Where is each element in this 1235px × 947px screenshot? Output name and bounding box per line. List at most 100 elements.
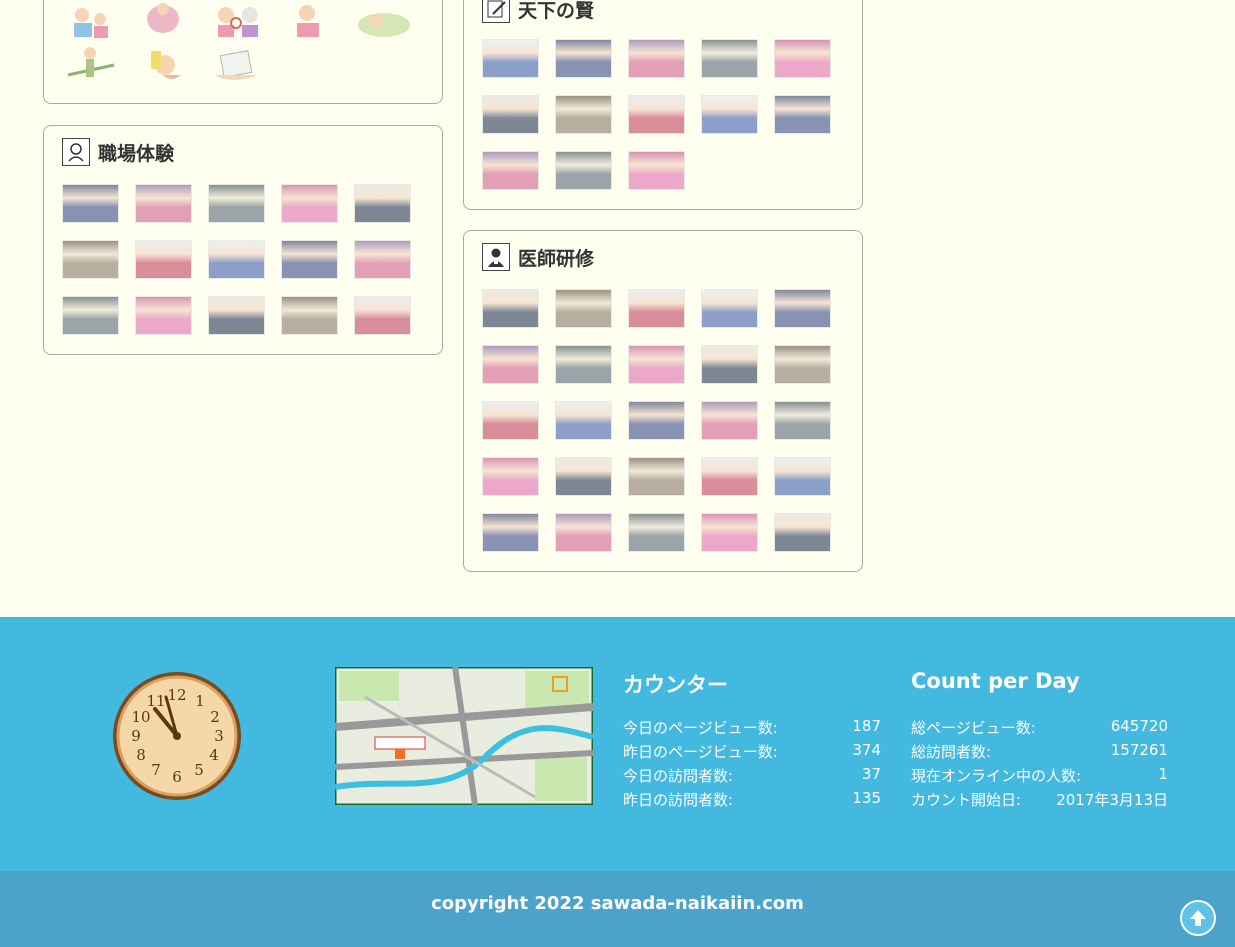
illustration-thumb[interactable] [62, 1, 119, 41]
photo-thumbnail[interactable] [482, 151, 539, 190]
svg-text:7: 7 [151, 761, 161, 779]
photo-thumbnail[interactable] [701, 39, 758, 78]
illustration-thumb[interactable] [354, 1, 411, 41]
photo-thumbnail[interactable] [701, 345, 758, 384]
photo-thumbnail[interactable] [555, 95, 612, 134]
photo-thumbnail[interactable] [701, 95, 758, 134]
photo-thumbnail[interactable] [482, 457, 539, 496]
photo-thumbnail[interactable] [281, 296, 338, 335]
photo-thumbnail[interactable] [701, 289, 758, 328]
photo-thumbnail[interactable] [628, 401, 685, 440]
photo-thumbnail[interactable] [135, 296, 192, 335]
count-per-day-label: カウント開始日: [911, 791, 1022, 809]
photo-thumbnail[interactable] [482, 95, 539, 134]
svg-text:1: 1 [195, 692, 205, 710]
photo-thumbnail[interactable] [482, 289, 539, 328]
panel-header: 医師研修 [482, 243, 594, 271]
photo-thumbnail[interactable] [555, 513, 612, 552]
clock-icon: 12 12 345 678 91011 [113, 672, 241, 800]
illustration-thumb[interactable] [281, 1, 338, 41]
photo-thumbnail[interactable] [774, 513, 831, 552]
photo-thumbnail[interactable] [628, 39, 685, 78]
panel-header: 天下の賢 [482, 0, 594, 23]
counter-label: 今日の訪問者数: [623, 767, 734, 785]
photo-thumbnail[interactable] [774, 401, 831, 440]
illustration-thumb[interactable] [135, 1, 192, 41]
svg-text:10: 10 [131, 708, 150, 726]
counter-label: 今日のページビュー数: [623, 719, 778, 737]
svg-text:12: 12 [167, 686, 186, 704]
photo-thumbnail[interactable] [628, 457, 685, 496]
counter-row: 昨日の訪問者数: 135 [623, 789, 881, 810]
photo-thumbnail[interactable] [628, 345, 685, 384]
photo-thumbnail[interactable] [281, 240, 338, 279]
counter-label: 昨日のページビュー数: [623, 743, 778, 761]
photo-thumbnail[interactable] [701, 401, 758, 440]
illustration-thumb[interactable] [135, 45, 192, 85]
svg-text:4: 4 [209, 746, 219, 764]
photo-thumbnail[interactable] [354, 296, 411, 335]
photo-thumbnail[interactable] [62, 296, 119, 335]
photo-thumbnail[interactable] [555, 39, 612, 78]
photo-thumbnail[interactable] [774, 289, 831, 328]
counter-value: 187 [852, 717, 881, 735]
count-per-day-value: 1 [1158, 765, 1168, 783]
back-to-top-button[interactable] [1180, 900, 1216, 936]
count-per-day-row: 総ページビュー数: 645720 [911, 717, 1168, 738]
photo-thumbnail[interactable] [62, 240, 119, 279]
photo-thumbnail[interactable] [774, 39, 831, 78]
counter-label: 昨日の訪問者数: [623, 791, 734, 809]
photo-thumbnail[interactable] [135, 240, 192, 279]
counter-value: 135 [852, 789, 881, 807]
count-per-day-label: 総ページビュー数: [911, 719, 1036, 737]
photo-thumbnail[interactable] [701, 457, 758, 496]
photo-thumbnail[interactable] [628, 289, 685, 328]
photo-thumbnail[interactable] [628, 151, 685, 190]
panel-header: 職場体験 [62, 138, 174, 166]
photo-thumbnail[interactable] [555, 457, 612, 496]
photo-thumbnail[interactable] [135, 184, 192, 223]
counter-value: 374 [852, 741, 881, 759]
photo-thumbnail[interactable] [555, 151, 612, 190]
doctor-icon [482, 243, 510, 271]
photo-thumbnail[interactable] [482, 513, 539, 552]
photo-thumbnail[interactable] [555, 401, 612, 440]
illustration-thumb[interactable] [208, 45, 265, 85]
arrow-up-icon [1190, 910, 1206, 926]
access-map[interactable] [335, 667, 593, 805]
photo-thumbnail[interactable] [354, 184, 411, 223]
photo-thumbnail[interactable] [208, 296, 265, 335]
illustration-thumb[interactable] [62, 45, 119, 85]
photo-thumbnail[interactable] [208, 184, 265, 223]
photo-thumbnail[interactable] [482, 345, 539, 384]
photo-thumbnail[interactable] [628, 513, 685, 552]
count-per-day-label: 総訪問者数: [911, 743, 992, 761]
photo-thumbnail[interactable] [482, 39, 539, 78]
count-per-day-row: 現在オンライン中の人数: 1 [911, 765, 1168, 786]
photo-thumbnail[interactable] [281, 184, 338, 223]
photo-thumbnail[interactable] [555, 289, 612, 328]
photo-thumbnail[interactable] [628, 95, 685, 134]
panel-title: 職場体験 [98, 142, 175, 165]
illustration-thumb[interactable] [208, 1, 265, 41]
panel-title: 天下の賢 [518, 0, 595, 22]
photo-thumbnail[interactable] [555, 345, 612, 384]
footer: 12 1 2 345 678 9 10 11 カウンター Count per Day 今… [0, 617, 1235, 871]
photo-thumbnail[interactable] [354, 240, 411, 279]
count-per-day-value: 157261 [1110, 741, 1168, 759]
panel-title: 医師研修 [518, 247, 595, 270]
photo-thumbnail[interactable] [774, 95, 831, 134]
counter-row: 今日の訪問者数: 37 [623, 765, 881, 786]
photo-thumbnail[interactable] [774, 457, 831, 496]
photo-thumbnail[interactable] [208, 240, 265, 279]
svg-text:9: 9 [131, 727, 141, 745]
photo-thumbnail[interactable] [482, 401, 539, 440]
svg-text:8: 8 [136, 746, 146, 764]
photo-thumbnail[interactable] [62, 184, 119, 223]
counter-row: 今日のページビュー数: 187 [623, 717, 881, 738]
photo-thumbnail[interactable] [701, 513, 758, 552]
copyright-text: copyright 2022 sawada-naikaiin.com [431, 893, 804, 914]
photo-thumbnail[interactable] [774, 345, 831, 384]
svg-text:5: 5 [194, 761, 204, 779]
counter-title: カウンター [623, 673, 728, 697]
